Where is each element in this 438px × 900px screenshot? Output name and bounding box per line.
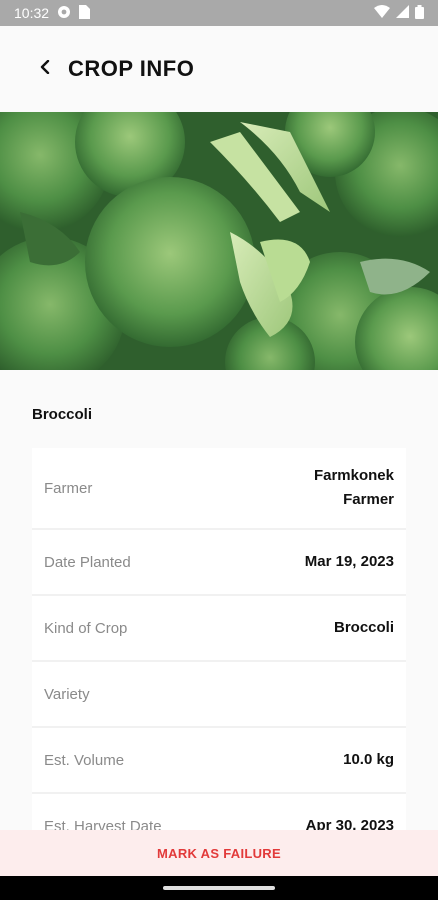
crop-name: Broccoli xyxy=(32,406,93,423)
info-row-variety: Variety xyxy=(32,662,406,728)
crop-details: Broccoli Farmer Farmkonek Farmer Date Pl… xyxy=(0,370,438,830)
farmer-name-line: Farmkonek xyxy=(313,467,394,484)
info-label: Farmer xyxy=(44,479,93,497)
info-label: Date Planted xyxy=(44,553,131,571)
app-header: CROP INFO xyxy=(0,26,438,112)
crop-photo xyxy=(0,112,438,370)
settings-icon xyxy=(57,5,71,22)
back-button[interactable] xyxy=(34,58,56,80)
info-label: Variety xyxy=(44,685,90,703)
status-time: 10:32 xyxy=(14,5,50,21)
info-row-est-harvest-date: Est. Harvest Date Apr 30, 2023 xyxy=(32,794,406,830)
chevron-left-icon xyxy=(39,59,51,79)
info-label: Kind of Crop xyxy=(44,619,128,637)
sim-card-icon xyxy=(79,4,91,22)
battery-icon xyxy=(415,4,424,22)
bottom-action-bar: MARK AS FAILURE xyxy=(0,830,438,876)
page-title: CROP INFO xyxy=(68,56,195,81)
wifi-icon xyxy=(374,5,390,21)
signal-icon xyxy=(396,5,409,21)
home-indicator[interactable] xyxy=(163,886,275,890)
mark-as-failure-button[interactable]: MARK AS FAILURE xyxy=(157,846,281,861)
info-value: Broccoli xyxy=(333,619,394,636)
info-label: Est. Harvest Date xyxy=(44,817,162,831)
info-row-kind-of-crop: Kind of Crop Broccoli xyxy=(32,596,406,662)
info-value: Apr 30, 2023 xyxy=(305,817,394,830)
status-bar: 10:32 xyxy=(0,0,438,26)
info-value: Farmkonek Farmer xyxy=(314,464,394,512)
info-row-est-volume: Est. Volume 10.0 kg xyxy=(32,728,406,794)
info-label: Est. Volume xyxy=(44,751,125,769)
farmer-role-line: Farmer xyxy=(343,491,394,508)
info-list: Farmer Farmkonek Farmer Date Planted Mar… xyxy=(32,448,406,830)
info-row-date-planted: Date Planted Mar 19, 2023 xyxy=(32,530,406,596)
info-row-farmer: Farmer Farmkonek Farmer xyxy=(32,448,406,530)
system-nav-bar xyxy=(0,876,438,900)
info-value: Mar 19, 2023 xyxy=(304,553,394,570)
info-value: 10.0 kg xyxy=(343,751,394,768)
